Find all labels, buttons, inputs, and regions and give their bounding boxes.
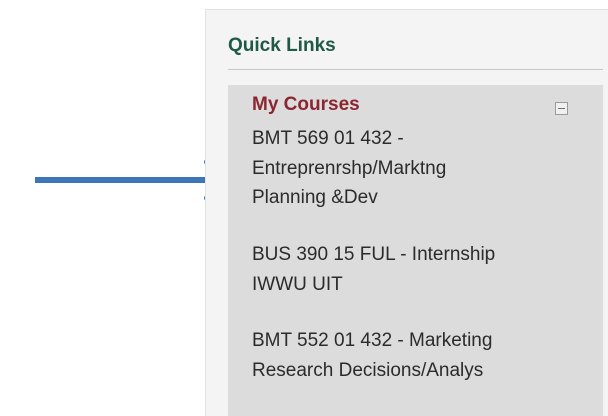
course-link-line: BUS 390 15 FUL - Internship xyxy=(252,244,496,265)
course-link-bmt-569[interactable]: BMT 569 01 432 - Entreprenrshp/Marktng P… xyxy=(252,124,597,213)
quick-links-title: Quick Links xyxy=(228,35,336,56)
course-link-line: BMT 569 01 432 - xyxy=(252,128,404,149)
course-link-line: Entreprenrshp/Marktng xyxy=(252,157,447,179)
collapse-minus-icon[interactable] xyxy=(555,102,568,115)
screenshot-canvas: Quick Links My Courses BMT 569 01 432 - … xyxy=(0,0,608,416)
course-link-line: BMT 552 01 432 - Marketing xyxy=(252,330,493,351)
my-courses-header[interactable]: My Courses xyxy=(252,93,360,117)
title-divider xyxy=(228,69,603,70)
quick-links-panel: Quick Links My Courses BMT 569 01 432 - … xyxy=(205,9,608,416)
course-link-line: Research Decisions/Analys xyxy=(252,359,484,381)
course-link-line: IWWU UIT xyxy=(252,273,343,295)
course-link-bmt-552[interactable]: BMT 552 01 432 - Marketing Research Deci… xyxy=(252,326,597,385)
course-link-line: Planning &Dev xyxy=(252,187,378,208)
my-courses-block: My Courses BMT 569 01 432 - Entreprenrsh… xyxy=(228,85,603,416)
course-link-bus-390[interactable]: BUS 390 15 FUL - Internship IWWU UIT xyxy=(252,240,597,299)
